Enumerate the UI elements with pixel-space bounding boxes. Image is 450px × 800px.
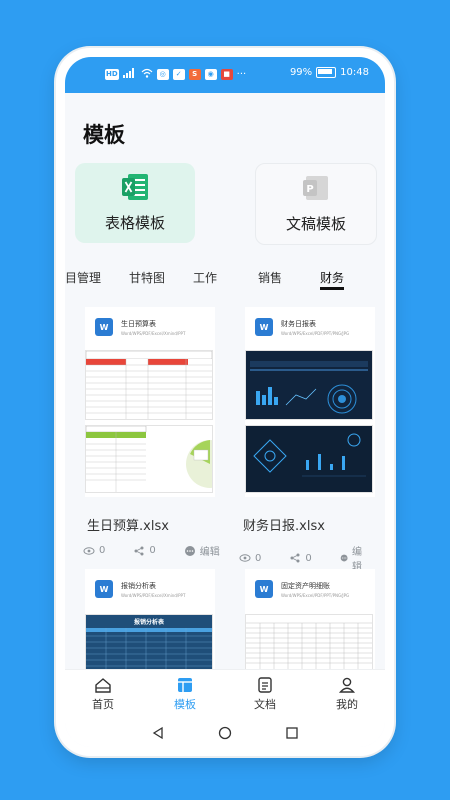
clock: 10:48 (340, 67, 369, 78)
page-title: 模板 (83, 123, 125, 147)
template-header: W 生日预算表 Word/WPS/PDF/Excel/Xmind/PPT (95, 317, 205, 337)
wifi-icon (141, 68, 153, 81)
status-left-icons: HD ◎ ✓ S ◉ ■ ··· (105, 68, 246, 81)
template-thumbnail-table: 报销分析表 (85, 614, 213, 671)
template-header-title: 生日预算表 (121, 319, 156, 328)
template-card[interactable]: W 财务日报表 Word/WPS/Excel/PDF/PPT/PNG/JPG (245, 307, 375, 497)
nav-templates[interactable]: 模板 (155, 676, 215, 712)
view-count: 0 (83, 545, 105, 557)
active-tab-indicator (320, 287, 344, 290)
share-count[interactable]: 0 (133, 545, 156, 557)
phone-frame: HD ◎ ✓ S ◉ ■ ··· 99% 10:48 模板 表格模板 P 文稿模… (56, 48, 394, 756)
more-notifications: ··· (236, 69, 247, 80)
app-screen: HD ◎ ✓ S ◉ ■ ··· 99% 10:48 模板 表格模板 P 文稿模… (65, 57, 385, 747)
system-navigation-bar (65, 719, 385, 747)
recent-apps-icon[interactable] (285, 726, 299, 740)
template-header-title: 财务日报表 (281, 319, 316, 328)
svg-text:P: P (306, 184, 313, 195)
app-notification-icon: ◎ (156, 69, 169, 80)
home-icon (95, 678, 111, 693)
app-notification-icon: ✓ (172, 69, 185, 80)
word-doc-icon: W (255, 580, 273, 598)
bottom-navigation: 首页 模板 文档 我的 (65, 669, 385, 720)
app-notification-icon: ◉ (204, 69, 217, 80)
eye-icon (83, 546, 95, 555)
template-card[interactable]: W 固定资产明细账 Word/WPS/Excel/PDF/PPT/PNG/JPG (245, 569, 375, 671)
profile-icon (338, 677, 356, 693)
app-notification-icon: ■ (220, 69, 233, 80)
category-document-templates[interactable]: P 文稿模板 (255, 163, 377, 245)
template-header-sub: Word/WPS/PDF/Excel/Xmind/PPT (121, 592, 186, 598)
template-header-sub: Word/WPS/Excel/PDF/PPT/PNG/JPG (281, 592, 350, 598)
nav-home[interactable]: 首页 (73, 676, 133, 712)
app-notification-icon: S (188, 69, 201, 80)
template-header-title: 报销分析表 (121, 581, 156, 590)
more-icon (184, 545, 195, 556)
template-file-name[interactable]: 财务日报.xlsx (243, 515, 325, 534)
template-card[interactable]: W 生日预算表 Word/WPS/PDF/Excel/Xmind/PPT (85, 307, 215, 497)
template-header-sub: Word/WPS/PDF/Excel/Xmind/PPT (121, 330, 186, 336)
status-right: 99% 10:48 (290, 67, 369, 78)
tab-work[interactable]: 工作 (193, 269, 217, 286)
view-count: 0 (239, 552, 261, 564)
template-thumbnail-dashboard-2 (245, 425, 373, 493)
template-header: W 报销分析表 Word/WPS/PDF/Excel/Xmind/PPT (95, 579, 205, 599)
template-card[interactable]: W 报销分析表 Word/WPS/PDF/Excel/Xmind/PPT 报销分… (85, 569, 215, 671)
home-circle-icon[interactable] (218, 726, 232, 740)
presentation-icon: P (303, 176, 328, 200)
template-thumbnail-table (85, 350, 213, 420)
spreadsheet-icon (122, 174, 148, 200)
tab-finance[interactable]: 财务 (320, 269, 344, 286)
tab-gantt[interactable]: 甘特图 (129, 269, 165, 286)
template-header-sub: Word/WPS/Excel/PDF/PPT/PNG/JPG (281, 330, 350, 336)
template-header-title: 固定资产明细账 (281, 581, 330, 590)
battery-icon (316, 67, 337, 78)
tab-sales[interactable]: 销售 (258, 269, 282, 286)
category-label: 文稿模板 (285, 215, 346, 233)
nav-profile[interactable]: 我的 (317, 676, 377, 712)
document-icon (258, 677, 272, 693)
template-thumbnail-dashboard (245, 350, 373, 420)
template-header: W 财务日报表 Word/WPS/Excel/PDF/PPT/PNG/JPG (255, 317, 365, 337)
template-file-name[interactable]: 生日预算.xlsx (87, 515, 169, 534)
more-icon (340, 554, 348, 562)
word-doc-icon: W (95, 318, 113, 336)
template-thumbnail-table (245, 614, 373, 671)
word-doc-icon: W (95, 580, 113, 598)
eye-icon (239, 554, 251, 562)
category-spreadsheet-templates[interactable]: 表格模板 (75, 163, 195, 243)
status-bar: HD ◎ ✓ S ◉ ■ ··· 99% 10:48 (65, 57, 385, 93)
share-count[interactable]: 0 (289, 552, 312, 564)
share-icon (134, 546, 144, 555)
template-icon (178, 678, 192, 692)
template-header: W 固定资产明细账 Word/WPS/Excel/PDF/PPT/PNG/JPG (255, 579, 365, 599)
back-icon[interactable] (151, 726, 165, 740)
template-stats: 0 0 编辑 (83, 543, 248, 558)
thumbnail-title: 报销分析表 (133, 619, 164, 626)
word-doc-icon: W (255, 318, 273, 336)
hd-icon: HD (105, 69, 119, 80)
battery-percent: 99% (289, 67, 313, 78)
category-label: 表格模板 (104, 214, 165, 232)
template-thumbnail-chart (85, 425, 213, 493)
nav-documents[interactable]: 文档 (235, 676, 295, 712)
edit-action[interactable]: 编辑 (184, 543, 220, 558)
share-icon (290, 553, 300, 563)
tab-project-management[interactable]: 目管理 (65, 269, 101, 286)
signal-icon (122, 68, 137, 81)
